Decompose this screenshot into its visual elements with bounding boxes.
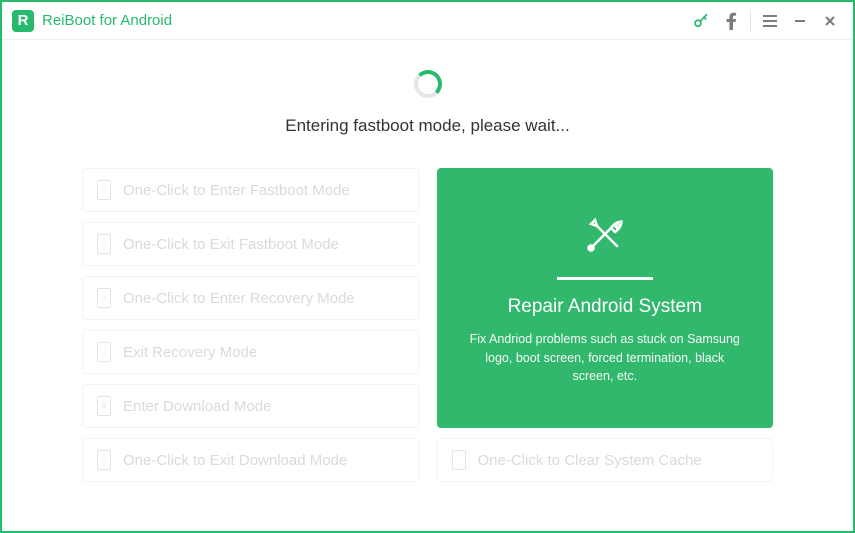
titlebar: R ReiBoot for Android	[2, 2, 853, 40]
mode-label: Exit Recovery Mode	[123, 344, 257, 361]
close-button[interactable]	[815, 6, 845, 36]
key-icon[interactable]	[686, 6, 716, 36]
exit-fastboot-button: ↓ One-Click to Exit Fastboot Mode	[82, 222, 419, 266]
phone-down-icon: ↓	[97, 450, 111, 470]
phone-down-icon: ↓	[97, 342, 111, 362]
options-grid: ↑ One-Click to Enter Fastboot Mode Repai…	[82, 168, 773, 482]
mode-label: One-Click to Enter Recovery Mode	[123, 290, 355, 307]
repair-title: Repair Android System	[508, 296, 702, 318]
clear-cache-button: One-Click to Clear System Cache	[437, 438, 774, 482]
app-window: R ReiBoot for Android Entering fastboot …	[0, 0, 855, 533]
repair-android-card[interactable]: Repair Android System Fix Andriod proble…	[437, 168, 774, 428]
divider	[557, 277, 653, 280]
mode-label: One-Click to Enter Fastboot Mode	[123, 182, 350, 199]
repair-description: Fix Andriod problems such as stuck on Sa…	[465, 330, 746, 386]
phone-up-icon: ↑	[97, 180, 111, 200]
phone-down-icon: ↓	[97, 234, 111, 254]
menu-icon[interactable]	[755, 6, 785, 36]
mode-label: One-Click to Clear System Cache	[478, 452, 702, 469]
spinner-icon	[414, 70, 442, 98]
enter-download-button: ⭳ Enter Download Mode	[82, 384, 419, 428]
facebook-icon[interactable]	[716, 6, 746, 36]
enter-fastboot-button: ↑ One-Click to Enter Fastboot Mode	[82, 168, 419, 212]
mode-label: One-Click to Exit Fastboot Mode	[123, 236, 339, 253]
mode-label: Enter Download Mode	[123, 398, 271, 415]
tools-icon	[581, 210, 629, 263]
mode-label: One-Click to Exit Download Mode	[123, 452, 347, 469]
minimize-button[interactable]	[785, 6, 815, 36]
status-text: Entering fastboot mode, please wait...	[285, 116, 569, 136]
phone-icon	[452, 450, 466, 470]
download-icon: ⭳	[97, 396, 111, 416]
main-content: Entering fastboot mode, please wait... ↑…	[2, 40, 853, 531]
enter-recovery-button: ↑ One-Click to Enter Recovery Mode	[82, 276, 419, 320]
phone-up-icon: ↑	[97, 288, 111, 308]
exit-recovery-button: ↓ Exit Recovery Mode	[82, 330, 419, 374]
logo-letter: R	[18, 12, 29, 29]
app-logo: R	[12, 10, 34, 32]
app-title: ReiBoot for Android	[42, 12, 172, 29]
exit-download-button: ↓ One-Click to Exit Download Mode	[82, 438, 419, 482]
titlebar-actions	[686, 6, 845, 36]
